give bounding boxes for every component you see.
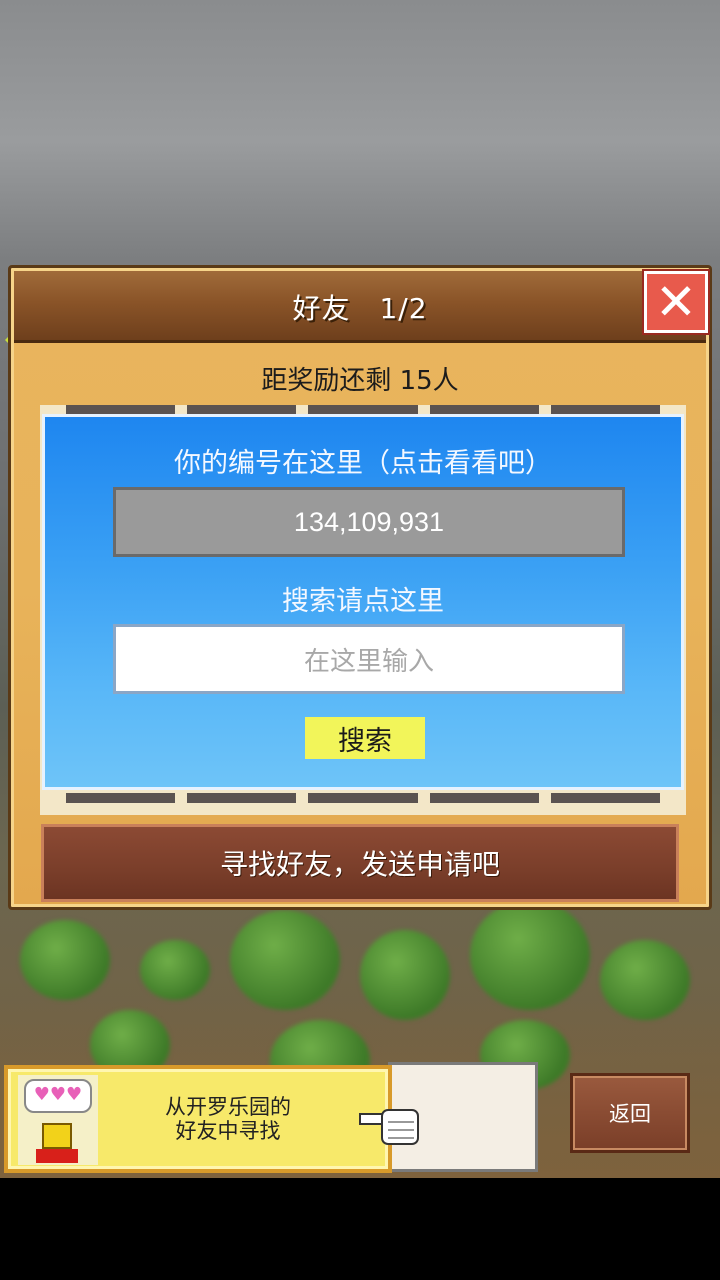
bottom-slot-row <box>66 793 661 803</box>
hearts-speech-bubble: ♥♥♥ <box>24 1079 92 1113</box>
my-id-field[interactable]: 134,109,931 <box>113 487 625 557</box>
search-button[interactable]: 搜索 <box>305 717 425 759</box>
my-id-label: 你的编号在这里（点击看看吧） <box>174 448 552 479</box>
kairo-park-friends-banner[interactable]: ♥♥♥ 从开罗乐园的 好友中寻找 <box>4 1065 392 1173</box>
dialog-title-bar: 好友 1/2 <box>14 271 706 343</box>
banner-text: 从开罗乐园的 好友中寻找 <box>128 1095 328 1143</box>
banner-line-1: 从开罗乐园的 <box>165 1095 291 1119</box>
close-x-icon: ✕ <box>655 273 697 331</box>
banner-line-2: 好友中寻找 <box>175 1119 281 1143</box>
mascot-body <box>36 1149 78 1163</box>
return-button[interactable]: 返回 <box>570 1073 690 1153</box>
mascot-avatar: ♥♥♥ <box>18 1075 98 1165</box>
mascot-head <box>42 1123 72 1149</box>
search-label: 搜索请点这里 <box>282 586 444 617</box>
close-button[interactable]: ✕ <box>642 269 710 335</box>
reward-remaining-text: 距奖励还剩 15人 <box>261 366 459 396</box>
friends-dialog: 好友 1/2 ✕ 距奖励还剩 15人 你的编号在这里（点击看看吧） 134,10… <box>8 265 712 910</box>
pointing-hand-icon <box>359 1109 419 1145</box>
friend-id-search-input[interactable]: 在这里输入 <box>113 624 625 694</box>
dialog-title: 好友 1/2 <box>292 292 428 325</box>
id-panel-frame: 你的编号在这里（点击看看吧） 134,109,931 搜索请点这里 在这里输入 … <box>40 405 686 815</box>
find-friends-button[interactable]: 寻找好友，发送申请吧 <box>41 824 679 902</box>
friend-id-panel: 你的编号在这里（点击看看吧） 134,109,931 搜索请点这里 在这里输入 … <box>42 414 684 790</box>
